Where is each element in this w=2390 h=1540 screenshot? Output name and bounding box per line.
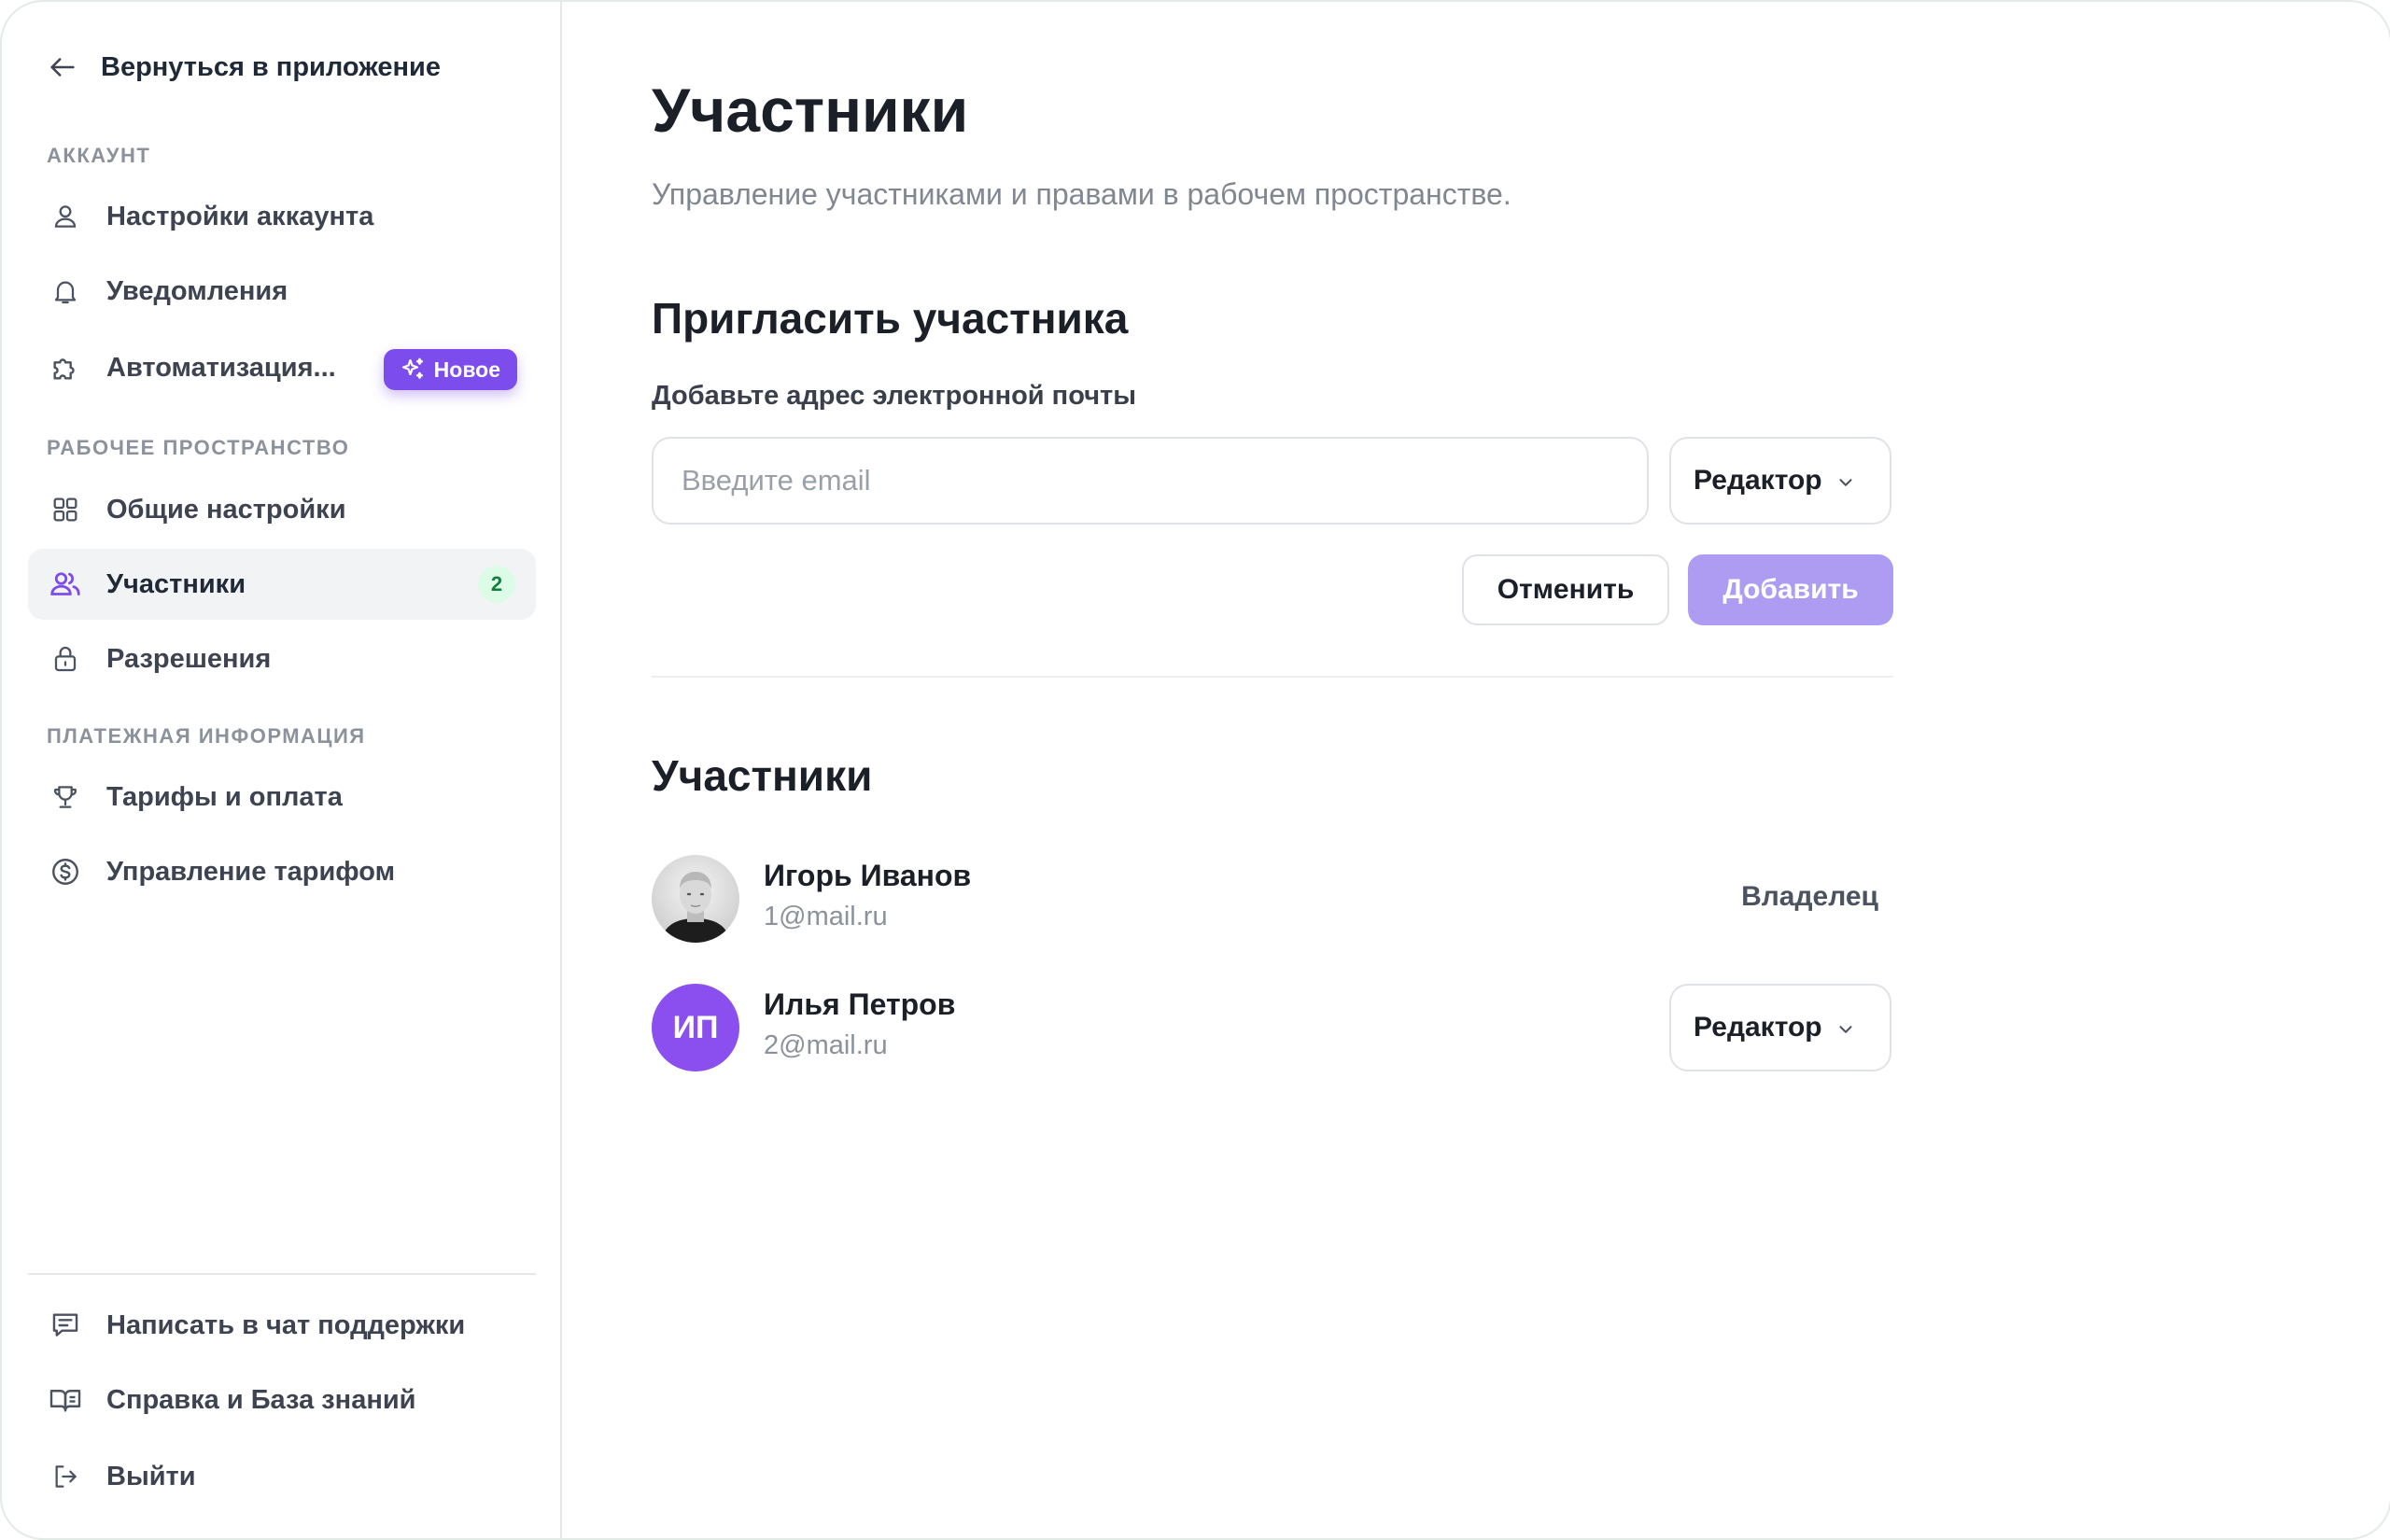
back-to-app-link[interactable]: Вернуться в приложение [47, 45, 441, 90]
invite-role-select[interactable]: Редактор [1669, 437, 1891, 525]
sidebar-item-label: Выйти [106, 1461, 196, 1491]
add-member-button[interactable]: Добавить [1688, 554, 1893, 625]
sidebar-item-label: Разрешения [106, 643, 272, 674]
sidebar-item-label: Автоматизация... [106, 352, 336, 383]
avatar [652, 855, 739, 943]
lock-icon [47, 640, 84, 678]
page-subtitle: Управление участниками и правами в рабоч… [652, 177, 1511, 211]
back-link-label: Вернуться в приложение [101, 51, 442, 82]
avatar: ИП [652, 984, 739, 1071]
user-icon [47, 198, 84, 235]
sidebar-item-plans[interactable]: Тарифы и оплата [28, 762, 536, 833]
logout-icon [47, 1458, 84, 1495]
member-role-owner: Владелец [1741, 881, 1878, 912]
new-badge-label: Новое [433, 357, 500, 382]
sidebar-item-support-chat[interactable]: Написать в чат поддержки [28, 1290, 536, 1361]
puzzle-icon [47, 349, 84, 386]
chevron-down-icon [1835, 1019, 1856, 1040]
section-divider [652, 676, 1893, 678]
sidebar-item-label: Участники [106, 568, 246, 599]
members-count-badge: 2 [478, 566, 515, 603]
sidebar-item-general-settings[interactable]: Общие настройки [28, 474, 536, 545]
trophy-icon [47, 778, 84, 816]
settings-window: Вернуться в приложение АККАУНТ Настройки… [0, 0, 2390, 1540]
main-content: Участники Управление участниками и права… [564, 2, 2390, 1538]
member-name: Игорь Иванов [764, 859, 972, 892]
sidebar-item-label: Написать в чат поддержки [106, 1309, 466, 1340]
member-email: 2@mail.ru [764, 1030, 888, 1060]
grid-icon [47, 491, 84, 528]
sidebar-item-label: Общие настройки [106, 494, 346, 525]
new-badge: Новое [383, 349, 517, 390]
email-input[interactable] [652, 437, 1649, 525]
email-field-label: Добавьте адрес электронной почты [652, 381, 1136, 411]
member-role-value: Редактор [1694, 1012, 1822, 1043]
member-row: ИП Илья Петров 2@mail.ru Редактор [652, 984, 1893, 1073]
sidebar-item-automation[interactable]: Автоматизация... Новое [28, 332, 536, 403]
sidebar-item-members[interactable]: Участники 2 [28, 549, 536, 620]
sidebar-item-permissions[interactable]: Разрешения [28, 623, 536, 694]
section-title-workspace: РАБОЧЕЕ ПРОСТРАНСТВО [47, 436, 350, 459]
sidebar-item-label: Настройки аккаунта [106, 201, 374, 231]
sidebar-item-help[interactable]: Справка и База знаний [28, 1365, 536, 1435]
chevron-down-icon [1835, 472, 1856, 493]
sidebar-item-account-settings[interactable]: Настройки аккаунта [28, 181, 536, 252]
sidebar: Вернуться в приложение АККАУНТ Настройки… [2, 2, 562, 1538]
cancel-button[interactable]: Отменить [1462, 554, 1669, 625]
member-role-select[interactable]: Редактор [1669, 984, 1891, 1071]
sidebar-divider [28, 1273, 536, 1275]
sidebar-item-manage-plan[interactable]: Управление тарифом [28, 836, 536, 907]
invite-role-value: Редактор [1694, 465, 1822, 496]
sidebar-item-label: Уведомления [106, 275, 288, 306]
members-heading: Участники [652, 751, 873, 800]
sidebar-item-label: Тарифы и оплата [106, 781, 343, 812]
dollar-circle-icon [47, 853, 84, 890]
chat-icon [47, 1307, 84, 1344]
users-icon [47, 566, 84, 603]
member-name: Илья Петров [764, 987, 956, 1021]
section-title-billing: ПЛАТЕЖНАЯ ИНФОРМАЦИЯ [47, 724, 366, 748]
page-title: Участники [652, 76, 969, 145]
section-title-account: АККАУНТ [47, 144, 151, 167]
sidebar-item-notifications[interactable]: Уведомления [28, 256, 536, 327]
book-open-icon [47, 1381, 84, 1419]
invite-heading: Пригласить участника [652, 294, 1129, 343]
bell-icon [47, 273, 84, 310]
sparkle-icon [399, 356, 427, 384]
arrow-left-icon [47, 51, 78, 83]
member-row: Игорь Иванов 1@mail.ru Владелец [652, 855, 1893, 945]
sidebar-item-label: Справка и База знаний [106, 1384, 416, 1415]
member-email: 1@mail.ru [764, 902, 888, 931]
sidebar-item-logout[interactable]: Выйти [28, 1441, 536, 1512]
sidebar-item-label: Управление тарифом [106, 856, 396, 887]
